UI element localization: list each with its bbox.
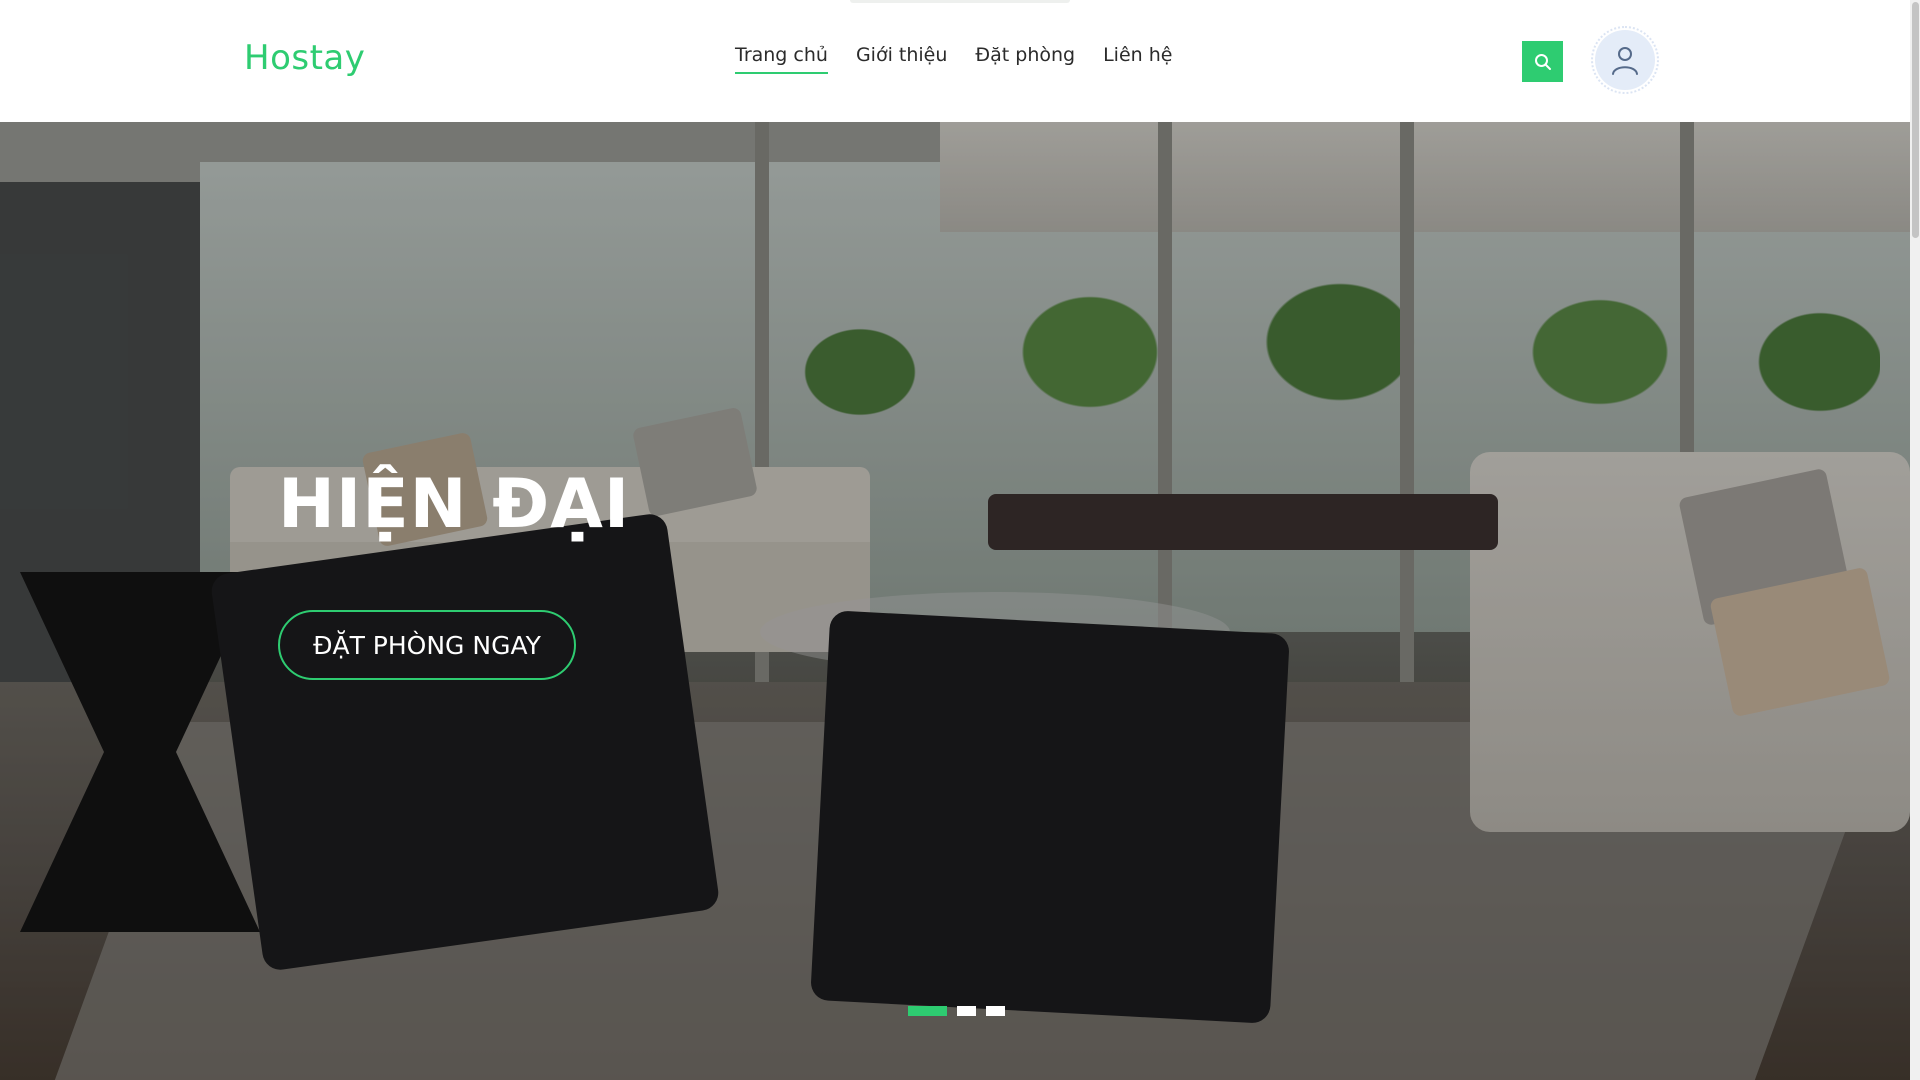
slider-dot-3[interactable] [986, 1006, 1005, 1016]
hero-slider: HIỆN ĐẠI ĐẶT PHÒNG NGAY [0, 122, 1910, 1080]
main-nav: Trang chủ Giới thiệu Đặt phòng Liên hệ [735, 44, 1172, 74]
user-avatar-button[interactable] [1591, 26, 1659, 94]
header-top-shadow [850, 0, 1070, 3]
nav-item-contact[interactable]: Liên hệ [1103, 44, 1172, 74]
hero-dark-overlay [0, 122, 1910, 1080]
search-button[interactable] [1522, 41, 1563, 82]
site-header: Hostay Trang chủ Giới thiệu Đặt phòng Li… [0, 0, 1910, 122]
nav-item-home[interactable]: Trang chủ [735, 44, 828, 74]
book-now-button[interactable]: ĐẶT PHÒNG NGAY [278, 610, 576, 680]
scrollbar-thumb[interactable] [1912, 2, 1919, 238]
slider-pagination [908, 1006, 1005, 1016]
logo[interactable]: Hostay [244, 38, 365, 78]
nav-item-about[interactable]: Giới thiệu [856, 44, 947, 74]
page-scrollbar[interactable] [1910, 0, 1920, 1080]
nav-item-booking[interactable]: Đặt phòng [975, 44, 1075, 74]
hero-title: HIỆN ĐẠI [278, 465, 631, 544]
search-icon [1534, 53, 1551, 70]
slider-dot-2[interactable] [957, 1006, 976, 1016]
user-icon [1612, 47, 1638, 75]
slider-dot-1[interactable] [908, 1006, 947, 1016]
